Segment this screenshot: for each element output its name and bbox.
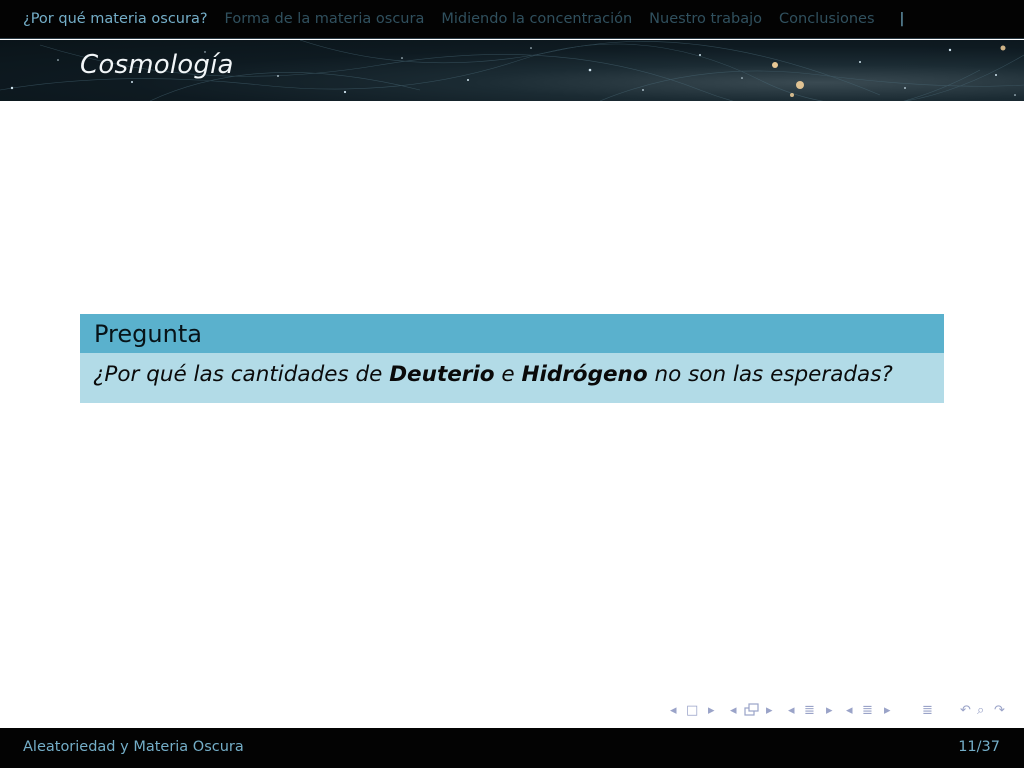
frame-icon[interactable]: □: [686, 703, 698, 718]
next-frame-arrow-icon[interactable]: ▸: [708, 703, 715, 718]
block-text-pre: ¿Por qué las cantidades de: [93, 362, 390, 387]
frame-title: Cosmología: [80, 50, 234, 80]
prev-section-arrow-icon[interactable]: ◂: [846, 703, 853, 718]
document-icon[interactable]: ≣: [922, 703, 933, 718]
block-text-mid: e: [494, 362, 522, 387]
section-navigation: ¿Por qué materia oscura? Forma de la mat…: [0, 0, 1024, 39]
prev-slide-arrow-icon[interactable]: ◂: [730, 703, 737, 718]
block-text-hidrogeno: Hidrógeno: [521, 362, 648, 387]
footer-bar: Aleatoriedad y Materia Oscura 11/37: [0, 728, 1024, 768]
redo-icon[interactable]: ↷: [994, 703, 1005, 718]
prev-frame-arrow-icon[interactable]: ◂: [670, 703, 677, 718]
beamer-navigation-symbols: ◂ □ ▸ ◂ ▸ ◂ ≣ ▸ ◂ ≣ ▸ ≣ ↶ ⌕ ↷: [664, 703, 1020, 723]
block-text-post: no son las esperadas?: [647, 362, 893, 387]
next-slide-arrow-icon[interactable]: ▸: [766, 703, 773, 718]
slides-icon[interactable]: [744, 703, 760, 721]
subsection-icon[interactable]: ≣: [804, 703, 815, 718]
nav-progress-separator: |: [899, 11, 905, 27]
nav-section-por-que-materia-oscura[interactable]: ¿Por qué materia oscura?: [23, 11, 208, 27]
question-block: Pregunta ¿Por qué las cantidades de Deut…: [80, 314, 944, 403]
page-number: 11/37: [958, 739, 1000, 755]
nav-section-midiendo-concentracion[interactable]: Midiendo la concentración: [441, 11, 632, 27]
block-text-deuterio: Deuterio: [389, 362, 495, 387]
undo-icon[interactable]: ↶: [960, 703, 971, 718]
section-icon[interactable]: ≣: [862, 703, 873, 718]
nav-section-nuestro-trabajo[interactable]: Nuestro trabajo: [649, 11, 762, 27]
block-title: Pregunta: [80, 314, 944, 353]
search-icon[interactable]: ⌕: [977, 703, 984, 718]
nav-section-forma-materia-oscura[interactable]: Forma de la materia oscura: [225, 11, 425, 27]
block-body: ¿Por qué las cantidades de Deuterio e Hi…: [80, 353, 944, 403]
next-subsection-arrow-icon[interactable]: ▸: [826, 703, 833, 718]
footer-title: Aleatoriedad y Materia Oscura: [23, 739, 244, 755]
prev-subsection-arrow-icon[interactable]: ◂: [788, 703, 795, 718]
nav-section-conclusiones[interactable]: Conclusiones: [779, 11, 875, 27]
next-section-arrow-icon[interactable]: ▸: [884, 703, 891, 718]
